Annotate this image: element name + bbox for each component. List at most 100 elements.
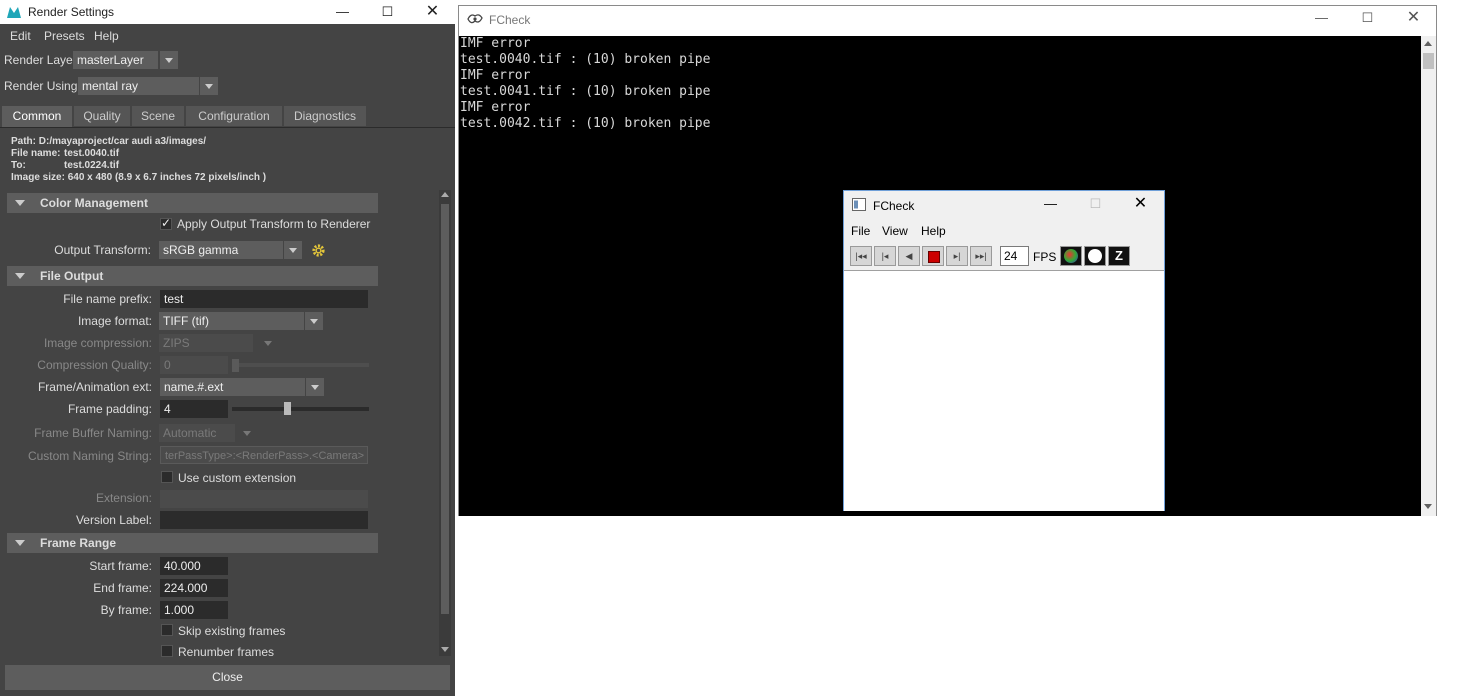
play-backward-icon[interactable]: ◀: [898, 246, 920, 266]
version-label-label: Version Label:: [75, 513, 152, 527]
scroll-down-icon[interactable]: [441, 647, 449, 652]
z-depth-button[interactable]: Z: [1108, 246, 1130, 266]
start-frame-input[interactable]: 40.000: [160, 557, 228, 575]
frame-ext-label: Frame/Animation ext:: [37, 380, 152, 394]
render-using-dropdown-arrow[interactable]: [200, 77, 218, 95]
frame-ext-dropdown-arrow[interactable]: [306, 378, 324, 396]
renumber-frames-checkbox[interactable]: [161, 645, 173, 657]
file-name-info-label: File name:: [11, 148, 61, 159]
image-size-info: Image size: 640 x 480 (8.9 x 6.7 inches …: [11, 172, 267, 183]
path-info: Path: D:/mayaproject/car audi a3/images/: [11, 136, 207, 147]
gear-icon[interactable]: [311, 243, 326, 258]
close-button[interactable]: Close: [5, 665, 450, 690]
stop-button[interactable]: [922, 246, 944, 266]
render-using-dropdown[interactable]: mental ray: [78, 77, 199, 95]
image-viewport[interactable]: [844, 270, 1164, 511]
frame-range-header[interactable]: Frame Range: [7, 533, 378, 553]
frame-padding-input[interactable]: 4: [160, 400, 228, 418]
console-line: test.0040.tif : (10) broken pipe: [460, 52, 711, 67]
go-to-start-icon[interactable]: |◂◂: [850, 246, 872, 266]
frame-ext-dropdown[interactable]: name.#.ext: [160, 378, 305, 396]
window-title: FCheck: [873, 199, 915, 213]
file-name-prefix-input[interactable]: test: [160, 290, 368, 308]
render-settings-titlebar[interactable]: Render Settings — ☐ ✕: [0, 0, 455, 24]
end-frame-label: End frame:: [93, 581, 152, 595]
window-title: Render Settings: [28, 5, 115, 19]
image-format-dropdown-arrow[interactable]: [305, 312, 323, 330]
image-compression-label: Image compression:: [43, 336, 152, 350]
menu-file[interactable]: File: [851, 224, 870, 238]
start-frame-label: Start frame:: [89, 559, 152, 573]
go-to-end-icon[interactable]: ▸▸|: [970, 246, 992, 266]
minimize-button[interactable]: —: [1028, 192, 1073, 216]
scroll-down-icon[interactable]: [1424, 504, 1432, 509]
menu-view[interactable]: View: [882, 224, 908, 238]
menu-bar: Edit Presets Help: [0, 24, 455, 46]
close-window-button[interactable]: ✕: [1118, 192, 1163, 216]
console-line: test.0042.tif : (10) broken pipe: [460, 116, 711, 131]
output-transform-label: Output Transform:: [54, 243, 151, 257]
step-back-icon[interactable]: |◂: [874, 246, 896, 266]
settings-scrollbar[interactable]: [439, 190, 451, 656]
minimize-button[interactable]: —: [320, 0, 365, 24]
tab-quality[interactable]: Quality: [74, 106, 130, 126]
step-forward-icon[interactable]: ▸|: [946, 246, 968, 266]
image-compression-dropdown: ZIPS: [159, 334, 253, 352]
color-channel-button[interactable]: [1060, 246, 1082, 266]
version-label-input[interactable]: [160, 511, 368, 529]
common-tab-panel: Path: D:/mayaproject/car audi a3/images/…: [0, 127, 455, 659]
output-transform-dropdown[interactable]: sRGB gamma: [159, 241, 283, 259]
menu-presets[interactable]: Presets: [44, 29, 85, 43]
apply-output-transform-checkbox[interactable]: [160, 216, 172, 230]
render-layer-label: Render Layer: [4, 53, 77, 67]
by-frame-input[interactable]: 1.000: [160, 601, 228, 619]
console-line: test.0041.tif : (10) broken pipe: [460, 84, 711, 99]
console-scrollbar[interactable]: [1421, 36, 1436, 516]
close-window-button[interactable]: ✕: [1391, 6, 1436, 30]
alpha-channel-button[interactable]: [1084, 246, 1106, 266]
window-title: FCheck: [489, 13, 531, 27]
image-format-dropdown[interactable]: TIFF (tif): [159, 312, 304, 330]
maximize-button[interactable]: ☐: [365, 0, 410, 24]
skip-existing-frames-checkbox[interactable]: [161, 624, 173, 636]
scroll-up-icon[interactable]: [441, 192, 449, 197]
close-window-button[interactable]: ✕: [410, 0, 455, 24]
file-name-info-value: test.0040.tif: [64, 148, 120, 159]
frame-padding-label: Frame padding:: [67, 402, 152, 416]
menu-edit[interactable]: Edit: [10, 29, 31, 43]
output-transform-dropdown-arrow[interactable]: [284, 241, 302, 259]
fps-input[interactable]: 24: [1000, 246, 1029, 266]
tab-common[interactable]: Common: [2, 106, 72, 127]
minimize-button[interactable]: —: [1299, 6, 1344, 30]
tab-diagnostics[interactable]: Diagnostics: [284, 106, 366, 126]
frame-buffer-naming-label: Frame Buffer Naming:: [34, 426, 152, 440]
file-output-header[interactable]: File Output: [7, 266, 378, 286]
stop-icon: [928, 251, 940, 263]
alpha-channel-icon: [1088, 249, 1102, 263]
menu-help[interactable]: Help: [921, 224, 946, 238]
file-name-prefix-label: File name prefix:: [63, 292, 152, 306]
fcheck-viewer-window: FCheck — ☐ ✕ File View Help |◂◂ |◂ ◀ ▸| …: [843, 190, 1165, 511]
renumber-frames-label: Renumber frames: [178, 645, 275, 659]
extension-label: Extension:: [95, 491, 152, 505]
maximize-button[interactable]: ☐: [1345, 6, 1390, 30]
tab-scene[interactable]: Scene: [132, 106, 184, 126]
scroll-up-icon[interactable]: [1424, 41, 1432, 46]
tab-configuration[interactable]: Configuration: [186, 106, 282, 126]
scrollbar-thumb[interactable]: [441, 204, 449, 614]
skip-existing-frames-label: Skip existing frames: [178, 624, 286, 638]
frame-padding-slider-track[interactable]: [232, 407, 369, 411]
frame-padding-slider-thumb[interactable]: [284, 402, 291, 415]
menu-help[interactable]: Help: [94, 29, 119, 43]
end-frame-input[interactable]: 224.000: [160, 579, 228, 597]
chevron-down-icon: [264, 341, 272, 346]
z-depth-icon: Z: [1115, 248, 1123, 263]
render-layer-dropdown[interactable]: masterLayer: [73, 51, 158, 69]
maximize-button: ☐: [1089, 196, 1102, 211]
color-management-header[interactable]: Color Management: [7, 193, 378, 213]
render-layer-dropdown-arrow[interactable]: [160, 51, 178, 69]
render-settings-window: Render Settings — ☐ ✕ Edit Presets Help …: [0, 0, 455, 696]
collapse-triangle-icon: [15, 200, 25, 206]
use-custom-extension-checkbox[interactable]: [161, 471, 173, 483]
scrollbar-thumb[interactable]: [1423, 53, 1434, 69]
